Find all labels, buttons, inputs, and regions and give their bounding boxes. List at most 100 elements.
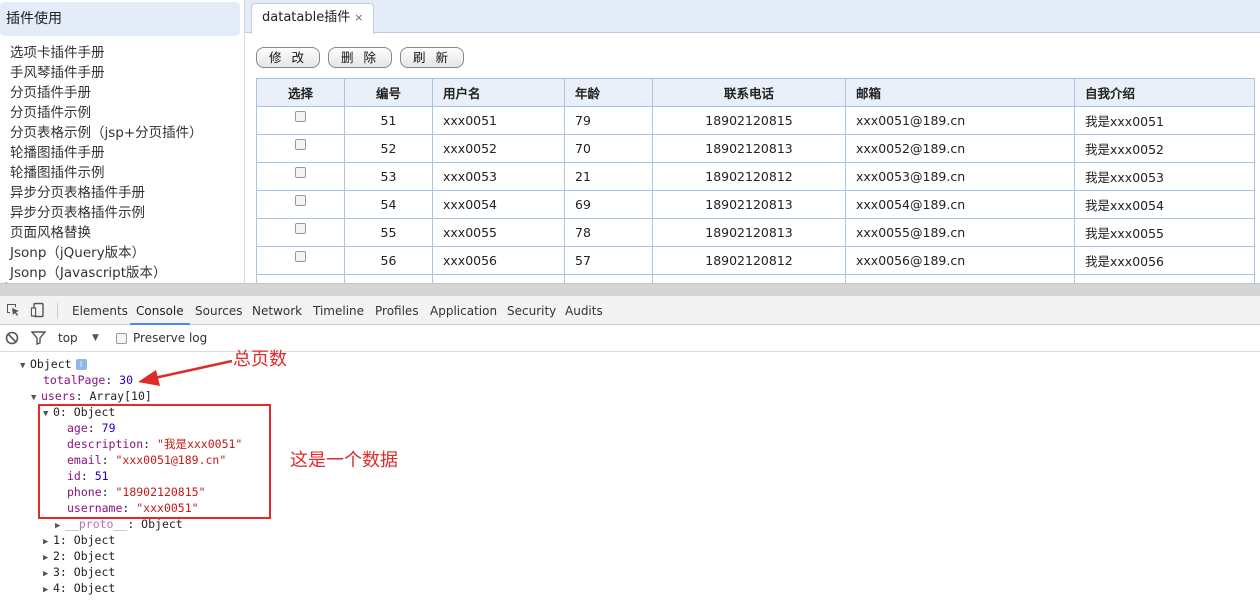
row-checkbox[interactable] [295, 167, 306, 178]
sidebar-item-carousel-manual[interactable]: 轮播图插件手册 [10, 143, 203, 163]
cell-age: 79 [564, 106, 653, 135]
preserve-log-checkbox[interactable] [116, 333, 127, 344]
table-row[interactable]: 53 xxx0053 21 18902120812 xxx0053@189.cn… [256, 162, 1255, 191]
row-select-cell [256, 190, 345, 219]
edit-button[interactable]: 修 改 [256, 47, 320, 68]
table-row[interactable]: 55 xxx0055 78 18902120813 xxx0055@189.cn… [256, 218, 1255, 247]
cell-description: 我是xxx0053 [1074, 162, 1255, 191]
cell-description: 我是xxx0054 [1074, 190, 1255, 219]
header-description[interactable]: 自我介绍 [1074, 78, 1255, 107]
row-select-cell [256, 106, 345, 135]
sidebar-item-pagination-example[interactable]: 分页插件示例 [10, 103, 203, 123]
device-mode-icon[interactable] [30, 302, 46, 318]
table-header-row: 选择 编号 用户名 年龄 联系电话 邮箱 自我介绍 [256, 78, 1255, 107]
header-email[interactable]: 邮箱 [845, 78, 1075, 107]
row-checkbox[interactable] [295, 195, 306, 206]
cell-age: 21 [564, 162, 653, 191]
tab-network[interactable]: Network [252, 296, 302, 325]
clear-console-icon[interactable] [5, 331, 19, 345]
cell-id: 51 [344, 106, 433, 135]
users-item-4[interactable]: ▶ 4: Object [43, 580, 115, 596]
row-checkbox[interactable] [295, 251, 306, 262]
cell-id: 52 [344, 134, 433, 163]
cell-age: 69 [564, 190, 653, 219]
devtools-tab-bar: Elements Console Sources Network Timelin… [0, 296, 1260, 325]
console-root-object[interactable]: ▼ Object i [20, 356, 87, 372]
inspect-element-icon[interactable] [5, 302, 21, 318]
users-item-1[interactable]: ▶ 1: Object [43, 532, 115, 548]
cell-username: xxx0051 [432, 106, 565, 135]
context-selector[interactable]: top [58, 331, 78, 345]
cell-email: xxx0052@189.cn [845, 134, 1075, 163]
users-entry[interactable]: ▼ users: Array[10] [31, 388, 152, 404]
cell-phone: 18902120812 [652, 162, 846, 191]
tab-elements[interactable]: Elements [72, 296, 128, 325]
highlight-box [38, 404, 271, 519]
sidebar-item-carousel-example[interactable]: 轮播图插件示例 [10, 163, 203, 183]
users-item-3[interactable]: ▶ 3: Object [43, 564, 115, 580]
sidebar-item-async-table-manual[interactable]: 异步分页表格插件手册 [10, 183, 203, 203]
delete-button[interactable]: 删 除 [327, 47, 392, 68]
tab-sources[interactable]: Sources [195, 296, 242, 325]
cell-description: 我是xxx0055 [1074, 218, 1255, 247]
tab-security[interactable]: Security [507, 296, 556, 325]
cell-email [845, 274, 1075, 283]
console-filter-bar: top ▼ Preserve log [0, 325, 1260, 352]
cell-username: xxx0052 [432, 134, 565, 163]
table-row[interactable]: 54 xxx0054 69 18902120813 xxx0054@189.cn… [256, 190, 1255, 219]
sidebar-item-jsonp-javascript[interactable]: Jsonp（Javascript版本） [10, 263, 203, 283]
sidebar-item-accordion-manual[interactable]: 手风琴插件手册 [10, 63, 203, 83]
sidebar-item-theme-switch[interactable]: 页面风格替换 [10, 223, 203, 243]
header-phone[interactable]: 联系电话 [652, 78, 846, 107]
annotation-arrow-icon [138, 359, 233, 386]
sidebar-title[interactable]: 插件使用 [0, 2, 240, 36]
tab-application[interactable]: Application [430, 296, 497, 325]
cell-id [344, 274, 433, 283]
tab-profiles[interactable]: Profiles [375, 296, 419, 325]
row-select-cell [256, 162, 345, 191]
table-row[interactable]: 56 xxx0056 57 18902120812 xxx0056@189.cn… [256, 246, 1255, 275]
expanded-triangle-icon[interactable]: ▼ [20, 358, 30, 374]
cell-id: 53 [344, 162, 433, 191]
header-username[interactable]: 用户名 [432, 78, 565, 107]
tab-datatable[interactable]: datatable插件 × [251, 3, 375, 34]
chevron-down-icon[interactable]: ▼ [92, 333, 99, 343]
table-row[interactable]: 52 xxx0052 70 18902120813 xxx0052@189.cn… [256, 134, 1255, 163]
row-checkbox[interactable] [295, 111, 306, 122]
toolbar-divider [57, 303, 58, 319]
sidebar: 插件使用 选项卡插件手册 手风琴插件手册 分页插件手册 分页插件示例 分页表格示… [0, 0, 245, 283]
row-select-cell [256, 218, 345, 247]
tab-audits[interactable]: Audits [565, 296, 603, 325]
devtools-resize-splitter[interactable] [0, 283, 1260, 296]
sidebar-item-paged-table-example[interactable]: 分页表格示例（jsp+分页插件） [10, 123, 203, 143]
users-item-2[interactable]: ▶ 2: Object [43, 548, 115, 564]
filter-icon[interactable] [31, 331, 46, 345]
cell-username: xxx0056 [432, 246, 565, 275]
cell-username: xxx0054 [432, 190, 565, 219]
page-area: 插件使用 选项卡插件手册 手风琴插件手册 分页插件手册 分页插件示例 分页表格示… [0, 0, 1260, 283]
sidebar-item-tab-manual[interactable]: 选项卡插件手册 [10, 43, 203, 63]
close-icon[interactable]: × [354, 11, 363, 24]
cell-username: xxx0055 [432, 218, 565, 247]
main-content: datatable插件 × 修 改删 除刷 新 选择 编号 用户名 年龄 联系电话… [245, 0, 1260, 283]
collapsed-triangle-icon[interactable]: ▶ [43, 582, 53, 598]
sidebar-item-jsonp-jquery[interactable]: Jsonp（jQuery版本） [10, 243, 203, 263]
cell-username [432, 274, 565, 283]
refresh-button[interactable]: 刷 新 [399, 47, 464, 68]
tab-timeline[interactable]: Timeline [313, 296, 364, 325]
row-checkbox[interactable] [295, 139, 306, 150]
header-age[interactable]: 年龄 [564, 78, 653, 107]
row-select-cell [256, 134, 345, 163]
info-icon[interactable]: i [75, 359, 87, 370]
cell-email: xxx0051@189.cn [845, 106, 1075, 135]
sidebar-item-pagination-manual[interactable]: 分页插件手册 [10, 83, 203, 103]
table-row[interactable] [256, 274, 1255, 283]
header-select[interactable]: 选择 [256, 78, 345, 107]
table-row[interactable]: 51 xxx0051 79 18902120815 xxx0051@189.cn… [256, 106, 1255, 135]
header-id[interactable]: 编号 [344, 78, 433, 107]
row-select-cell [256, 246, 345, 275]
tab-console[interactable]: Console [130, 296, 190, 325]
row-checkbox[interactable] [295, 223, 306, 234]
sidebar-item-async-table-example[interactable]: 异步分页表格插件示例 [10, 203, 203, 223]
sidebar-list: 选项卡插件手册 手风琴插件手册 分页插件手册 分页插件示例 分页表格示例（jsp… [10, 43, 203, 283]
